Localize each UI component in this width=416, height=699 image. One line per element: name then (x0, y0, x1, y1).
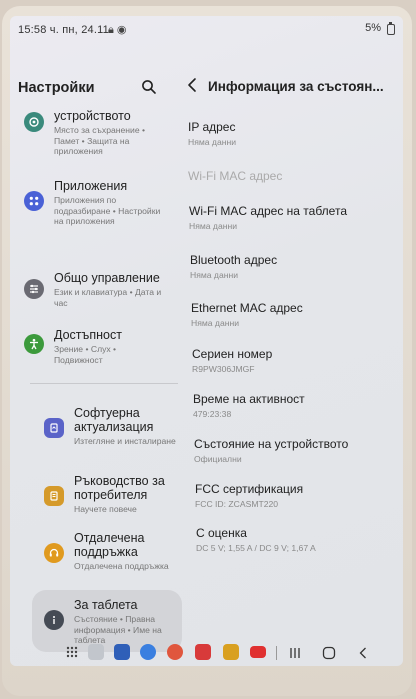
info-label: Време на активност (193, 392, 305, 406)
menu-item-title: устройството (54, 109, 131, 123)
info-value: Няма данни (191, 318, 240, 328)
screen: 15:58 ч. пн, 24.11 🔒︎ ◉ 5% Настройки устр… (10, 16, 403, 666)
info-item-ethernet-mac[interactable]: Ethernet MAC адрес Няма данни (191, 301, 401, 328)
info-value: FCC ID: ZCASMT220 (195, 499, 279, 509)
sync-status-icon: ◉ (116, 24, 127, 36)
info-label: Wi-Fi MAC адрес (188, 169, 283, 183)
app-drawer-icon[interactable] (64, 644, 80, 660)
info-label: Сериен номер (192, 347, 273, 361)
menu-item-subtitle: Приложения по подразбиране • Настройки н… (54, 195, 161, 226)
info-value: R9PW306JMGF (192, 364, 255, 374)
info-item-bluetooth-address[interactable]: Bluetooth адрес Няма данни (190, 253, 400, 280)
menu-item-title: За таблета (74, 598, 138, 612)
menu-item-subtitle: Научете повече (74, 504, 137, 514)
recents-icon[interactable] (288, 647, 302, 659)
info-item-uptime[interactable]: Време на активност 479:23:38 (193, 392, 403, 419)
nav-separator (276, 646, 277, 660)
menu-item-title: Отдалечена поддръжка (74, 531, 145, 559)
battery-percent: 5% (365, 22, 381, 34)
info-item-rating[interactable]: С оценка DC 5 V; 1,55 A / DC 9 V; 1,67 A (196, 526, 403, 553)
info-item-serial-number[interactable]: Сериен номер R9PW306JMGF (192, 347, 402, 374)
info-item-device-status[interactable]: Състояние на устройството Официални (194, 437, 403, 464)
info-value: Няма данни (188, 137, 237, 147)
menu-item-title: Ръководство за потребителя (74, 474, 165, 502)
info-item-ip-address[interactable]: IP адрес Няма данни (188, 120, 398, 147)
page-title: Информация за състоян... (208, 79, 384, 94)
section-divider (30, 383, 178, 384)
apps-icon (24, 191, 44, 211)
menu-item-accessibility[interactable]: Достъпност Зрение • Слух • Подвижност (16, 328, 176, 370)
menu-item-title: Софтуерна актуализация (74, 406, 154, 434)
user-manual-icon (44, 486, 64, 506)
settings-title: Настройки (18, 80, 95, 96)
info-item-fcc-certification[interactable]: FCC сертификация FCC ID: ZCASMT220 (195, 482, 403, 509)
contacts-icon[interactable] (167, 644, 183, 660)
menu-item-title: Общо управление (54, 271, 160, 285)
info-label: Wi-Fi MAC адрес на таблета (189, 204, 347, 218)
info-label: FCC сертификация (195, 482, 304, 496)
status-time: 15:58 ч. пн, 24.11 (18, 24, 109, 36)
info-label: Ethernet MAC адрес (191, 301, 303, 315)
menu-item-subtitle: Място за съхранение • Памет • Защита на … (54, 125, 145, 156)
menu-item-subtitle: Език и клавиатура • Дата и час (54, 287, 162, 308)
calendar-icon[interactable] (114, 644, 130, 660)
back-arrow-icon[interactable] (186, 76, 198, 94)
settings-list-pane: Настройки устройството Място за съхранен… (10, 42, 182, 652)
remote-support-icon (44, 543, 64, 563)
menu-item-user-manual[interactable]: Ръководство за потребителя Научете повеч… (36, 474, 196, 524)
menu-item-apps[interactable]: Приложения Приложения по подразбиране • … (16, 179, 176, 229)
accessibility-icon (24, 334, 44, 354)
info-label: IP адрес (188, 120, 236, 134)
home-icon[interactable] (322, 646, 336, 660)
info-value: Официални (194, 454, 242, 464)
menu-item-subtitle: Изтегляне и инсталиране (74, 436, 176, 446)
menu-item-remote-support[interactable]: Отдалечена поддръжка Отдалечена поддръжк… (36, 531, 196, 581)
camera-icon[interactable] (195, 644, 211, 660)
info-value: Няма данни (190, 270, 239, 280)
back-nav-icon[interactable] (358, 646, 368, 660)
menu-item-title: Достъпност (54, 328, 122, 342)
status-icons: 🔒︎ ◉ (108, 23, 126, 37)
info-value: DC 5 V; 1,55 A / DC 9 V; 1,67 A (196, 543, 316, 553)
status-info-pane: Информация за състоян... IP адрес Няма д… (182, 42, 403, 642)
folder-icon[interactable] (88, 644, 104, 660)
info-icon (44, 610, 64, 630)
sliders-icon (24, 279, 44, 299)
menu-item-general-management[interactable]: Общо управление Език и клавиатура • Дата… (16, 271, 176, 313)
youtube-icon[interactable] (250, 646, 266, 658)
info-item-wifi-mac-tablet[interactable]: Wi-Fi MAC адрес на таблета Няма данни (189, 204, 399, 231)
lock-status-icon: 🔒︎ (108, 24, 114, 36)
menu-item-subtitle: Отдалечена поддръжка (74, 561, 169, 571)
info-value: Няма данни (189, 221, 238, 231)
info-item-wifi-mac: Wi-Fi MAC адрес (188, 169, 398, 183)
device-care-icon (24, 112, 44, 132)
navigation-bar (10, 640, 403, 666)
menu-item-subtitle: Зрение • Слух • Подвижност (54, 344, 117, 365)
battery-icon (387, 22, 395, 35)
info-label: Състояние на устройството (194, 437, 349, 451)
search-icon[interactable] (141, 79, 157, 95)
menu-item-title: Приложения (54, 179, 128, 193)
info-label: Bluetooth адрес (190, 253, 278, 267)
menu-item-software-update[interactable]: Софтуерна актуализация Изтегляне и инста… (36, 406, 196, 462)
menu-item-device-care[interactable]: устройството Място за съхранение • Памет… (16, 109, 176, 161)
info-value: 479:23:38 (193, 409, 232, 419)
status-bar: 15:58 ч. пн, 24.11 🔒︎ ◉ 5% (10, 16, 403, 42)
messages-icon[interactable] (140, 644, 156, 660)
store-icon[interactable] (223, 644, 239, 660)
software-update-icon (44, 418, 64, 438)
info-label: С оценка (196, 526, 247, 540)
